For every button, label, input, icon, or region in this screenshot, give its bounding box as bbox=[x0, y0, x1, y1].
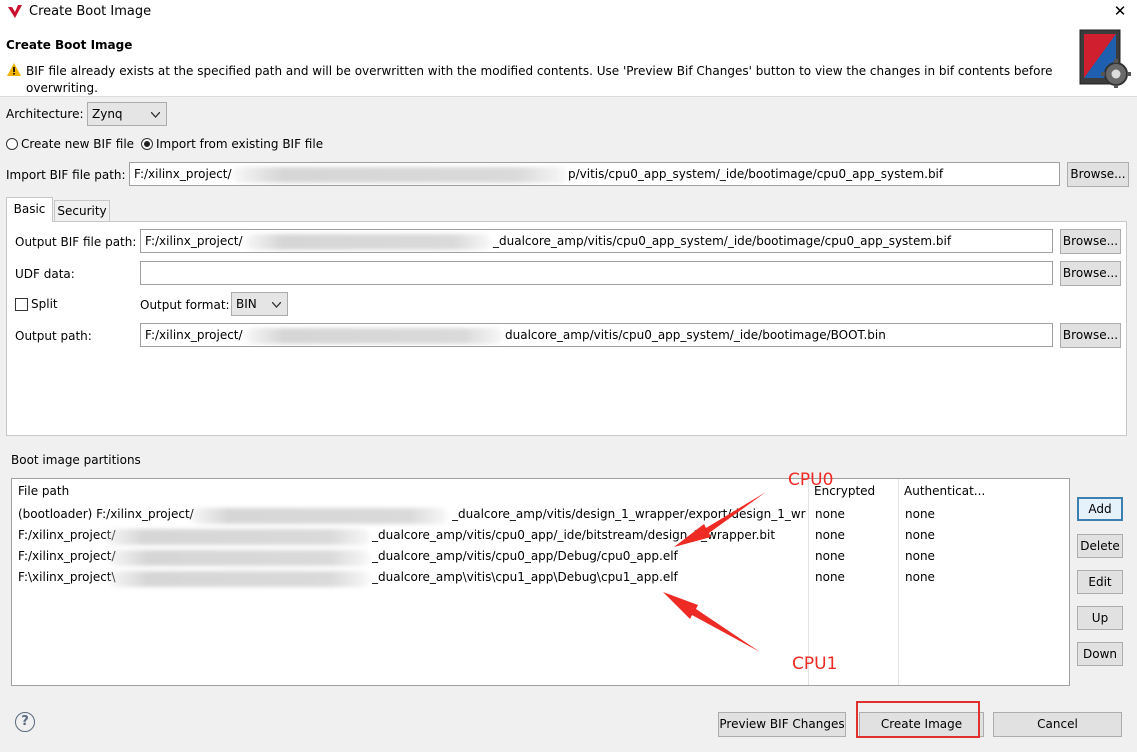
path-prefix: F:/xilinx_project/ bbox=[145, 328, 243, 342]
window-title: Create Boot Image bbox=[29, 4, 152, 19]
dialog-title: Create Boot Image bbox=[6, 38, 133, 52]
import-bif-path-label: Import BIF file path: bbox=[6, 168, 126, 182]
split-checkbox[interactable] bbox=[15, 298, 28, 311]
title-bar: Create Boot Image ✕ bbox=[0, 0, 1137, 24]
output-path-label: Output path: bbox=[15, 329, 92, 343]
redacted-path-segment bbox=[190, 508, 448, 524]
move-down-button[interactable]: Down bbox=[1077, 642, 1123, 666]
chevron-down-icon bbox=[151, 112, 160, 118]
udf-data-input[interactable] bbox=[140, 261, 1053, 285]
redacted-path-segment bbox=[232, 167, 568, 183]
import-bif-browse-button[interactable]: Browse... bbox=[1067, 162, 1129, 187]
partitions-label: Boot image partitions bbox=[11, 453, 141, 467]
row-path-prefix: F:/xilinx_project/ bbox=[18, 549, 116, 563]
redacted-path-segment bbox=[108, 550, 370, 566]
redacted-path-segment bbox=[108, 571, 370, 587]
row-path-prefix: (bootloader) F:/xilinx_project/ bbox=[18, 507, 194, 521]
vitis-logo-icon bbox=[8, 5, 22, 18]
row-path-suffix: _dualcore_amp/vitis/cpu0_app/_ide/bitstr… bbox=[372, 528, 776, 542]
table-row[interactable]: (bootloader) F:/xilinx_project/ _dualcor… bbox=[12, 504, 1069, 525]
create-image-button[interactable]: Create Image bbox=[859, 712, 984, 737]
row-encrypted: none bbox=[815, 528, 845, 542]
output-format-label: Output format: bbox=[140, 298, 230, 312]
path-suffix: _dualcore_amp/vitis/cpu0_app_system/_ide… bbox=[493, 234, 952, 248]
import-bif-path-input[interactable]: F:/xilinx_project/ p/vitis/cpu0_app_syst… bbox=[129, 162, 1060, 186]
create-new-bif-radio[interactable] bbox=[6, 138, 18, 150]
boot-image-gear-icon bbox=[1079, 29, 1131, 88]
table-row[interactable]: F:\xilinx_project\ _dualcore_amp\vitis\c… bbox=[12, 567, 1069, 588]
table-row[interactable]: F:/xilinx_project/ _dualcore_amp/vitis/c… bbox=[12, 546, 1069, 567]
import-existing-bif-radio[interactable] bbox=[141, 138, 153, 150]
tab-security[interactable]: Security bbox=[54, 200, 110, 222]
row-path-prefix: F:/xilinx_project/ bbox=[18, 528, 116, 542]
output-bif-path-input[interactable]: F:/xilinx_project/ _dualcore_amp/vitis/c… bbox=[140, 229, 1053, 253]
tab-basic-label: Basic bbox=[13, 202, 46, 216]
create-new-bif-label: Create new BIF file bbox=[21, 137, 135, 151]
row-authentication: none bbox=[905, 570, 935, 584]
help-icon[interactable]: ? bbox=[15, 712, 35, 732]
redacted-path-segment bbox=[245, 234, 491, 250]
warning-message-line2: overwriting. bbox=[26, 81, 98, 95]
split-label: Split bbox=[31, 297, 58, 311]
tab-basic[interactable]: Basic bbox=[6, 197, 53, 222]
row-encrypted: none bbox=[815, 549, 845, 563]
architecture-select[interactable]: Zynq bbox=[87, 102, 167, 126]
row-authentication: none bbox=[905, 549, 935, 563]
table-row[interactable]: F:/xilinx_project/ _dualcore_amp/vitis/c… bbox=[12, 525, 1069, 546]
path-suffix: p/vitis/cpu0_app_system/_ide/bootimage/c… bbox=[568, 167, 944, 181]
row-authentication: none bbox=[905, 507, 935, 521]
close-icon[interactable]: ✕ bbox=[1110, 2, 1130, 20]
partitions-table: File path Encrypted Authenticat... (boot… bbox=[11, 478, 1070, 686]
architecture-value: Zynq bbox=[92, 107, 123, 121]
chevron-down-icon bbox=[272, 302, 281, 308]
edit-partition-button[interactable]: Edit bbox=[1077, 570, 1123, 594]
move-up-button[interactable]: Up bbox=[1077, 606, 1123, 630]
output-bif-browse-button[interactable]: Browse... bbox=[1060, 229, 1121, 254]
warning-icon bbox=[7, 63, 21, 76]
warning-message-line1: BIF file already exists at the specified… bbox=[26, 64, 1053, 78]
column-header-authentication[interactable]: Authenticat... bbox=[904, 484, 985, 498]
add-partition-button[interactable]: Add bbox=[1077, 497, 1123, 521]
output-format-value: BIN bbox=[236, 297, 257, 311]
preview-bif-changes-button[interactable]: Preview BIF Changes bbox=[718, 712, 846, 737]
cpu0-annotation: CPU0 bbox=[788, 470, 834, 490]
row-path-suffix: _dualcore_amp\vitis\cpu1_app\Debug\cpu1_… bbox=[372, 570, 678, 584]
row-authentication: none bbox=[905, 528, 935, 542]
basic-tab-panel: Output BIF file path: F:/xilinx_project/… bbox=[6, 221, 1127, 436]
radio-selected-dot bbox=[144, 141, 150, 147]
output-path-input[interactable]: F:/xilinx_project/ dualcore_amp/vitis/cp… bbox=[140, 323, 1053, 347]
output-bif-label: Output BIF file path: bbox=[15, 235, 137, 249]
cpu1-annotation: CPU1 bbox=[792, 654, 838, 674]
output-path-browse-button[interactable]: Browse... bbox=[1060, 323, 1121, 348]
tab-security-label: Security bbox=[57, 204, 107, 218]
cancel-button[interactable]: Cancel bbox=[993, 712, 1122, 737]
redacted-path-segment bbox=[104, 529, 370, 545]
redacted-path-segment bbox=[245, 328, 503, 344]
udf-data-label: UDF data: bbox=[15, 267, 75, 281]
path-prefix: F:/xilinx_project/ bbox=[145, 234, 243, 248]
import-existing-bif-label: Import from existing BIF file bbox=[156, 137, 324, 151]
row-encrypted: none bbox=[815, 507, 845, 521]
row-path-prefix: F:\xilinx_project\ bbox=[18, 570, 116, 584]
path-prefix: F:/xilinx_project/ bbox=[134, 167, 232, 181]
architecture-label: Architecture: bbox=[6, 107, 84, 121]
row-encrypted: none bbox=[815, 570, 845, 584]
dialog-header: Create Boot Image BIF file already exist… bbox=[0, 24, 1137, 97]
column-header-file-path[interactable]: File path bbox=[18, 484, 69, 498]
output-format-select[interactable]: BIN bbox=[231, 292, 288, 316]
udf-browse-button[interactable]: Browse... bbox=[1060, 261, 1121, 286]
row-path-suffix: _dualcore_amp/vitis/cpu0_app/Debug/cpu0_… bbox=[372, 549, 678, 563]
row-path-suffix: _dualcore_amp/vitis/design_1_wrapper/exp… bbox=[452, 507, 806, 521]
delete-partition-button[interactable]: Delete bbox=[1077, 534, 1123, 558]
path-suffix: dualcore_amp/vitis/cpu0_app_system/_ide/… bbox=[505, 328, 886, 342]
